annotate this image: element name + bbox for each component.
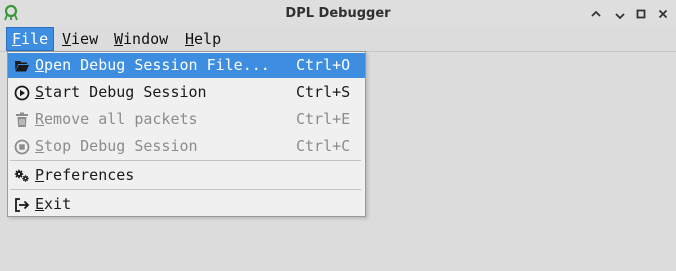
menu-item-label: Stop Debug Session [35, 134, 198, 159]
label-rest: emove all packets [44, 110, 198, 128]
menu-separator [10, 189, 361, 190]
label-rest: top Debug Session [44, 137, 198, 155]
label-rest: tart Debug Session [44, 83, 207, 101]
menu-help-mnemonic: H [185, 30, 195, 48]
menu-item-exit[interactable]: Exit [8, 192, 365, 217]
shortcut-text: Ctrl+C [296, 137, 351, 155]
menu-item-start-debug-session[interactable]: Start Debug Session Ctrl+S [8, 80, 365, 105]
exit-icon [13, 196, 30, 213]
menu-help-label: elp [194, 30, 222, 48]
menu-item-remove-all-packets[interactable]: Remove all packets Ctrl+E [8, 107, 365, 132]
menu-window-label: indow [123, 30, 169, 48]
shortcut-text: Ctrl+E [296, 110, 351, 128]
file-menu-dropdown: Open Debug Session File... Ctrl+O Start … [7, 51, 366, 217]
shortcut-text: Ctrl+O [296, 56, 351, 74]
menu-file-label: ile [21, 30, 49, 48]
mnemonic-char: S [35, 83, 45, 101]
menu-file-mnemonic: F [12, 30, 22, 48]
maximize-icon [636, 9, 646, 19]
menu-separator [10, 160, 361, 161]
menu-item-label: Start Debug Session [35, 80, 207, 105]
trash-icon [13, 111, 30, 128]
mnemonic-char: E [35, 195, 45, 213]
menu-help[interactable]: Help [180, 28, 226, 50]
stop-circle-icon [13, 138, 30, 155]
window-up-arrow-button[interactable] [586, 4, 606, 24]
mnemonic-char: R [35, 110, 45, 128]
minimize-button[interactable] [610, 4, 630, 24]
minimize-icon [615, 13, 625, 20]
menu-window[interactable]: Window [109, 28, 173, 50]
up-arrow-icon [591, 10, 601, 17]
menu-bar: File View Window Help [0, 27, 676, 52]
menu-item-label: Open Debug Session File... [35, 53, 270, 78]
window-title: DPL Debugger [285, 6, 391, 21]
menu-view-label: iew [71, 30, 99, 48]
menu-window-mnemonic: W [114, 30, 124, 48]
maximize-button[interactable] [631, 4, 651, 24]
menu-file[interactable]: File [5, 27, 55, 51]
gears-icon [13, 167, 30, 184]
mnemonic-char: S [35, 137, 45, 155]
menu-view-mnemonic: V [62, 30, 72, 48]
close-icon [658, 9, 668, 19]
menu-item-preferences[interactable]: Preferences [8, 163, 365, 188]
mnemonic-char: P [35, 166, 45, 184]
play-circle-icon [13, 84, 30, 101]
close-button[interactable] [653, 4, 673, 24]
label-rest: xit [44, 195, 72, 213]
folder-open-icon [13, 57, 30, 74]
menu-view[interactable]: View [57, 28, 103, 50]
menu-item-open-debug-session-file[interactable]: Open Debug Session File... Ctrl+O [8, 53, 365, 78]
menu-item-label: Preferences [35, 163, 134, 188]
label-rest: references [44, 166, 135, 184]
label-rest: pen Debug Session File... [44, 56, 270, 74]
menu-item-stop-debug-session[interactable]: Stop Debug Session Ctrl+C [8, 134, 365, 159]
app-window: DPL Debugger File View Window Help Open … [0, 0, 676, 271]
menu-item-label: Exit [35, 192, 71, 217]
menu-item-label: Remove all packets [35, 107, 198, 132]
title-bar[interactable]: DPL Debugger [0, 0, 676, 27]
shortcut-text: Ctrl+S [296, 83, 351, 101]
mnemonic-char: O [35, 56, 45, 74]
